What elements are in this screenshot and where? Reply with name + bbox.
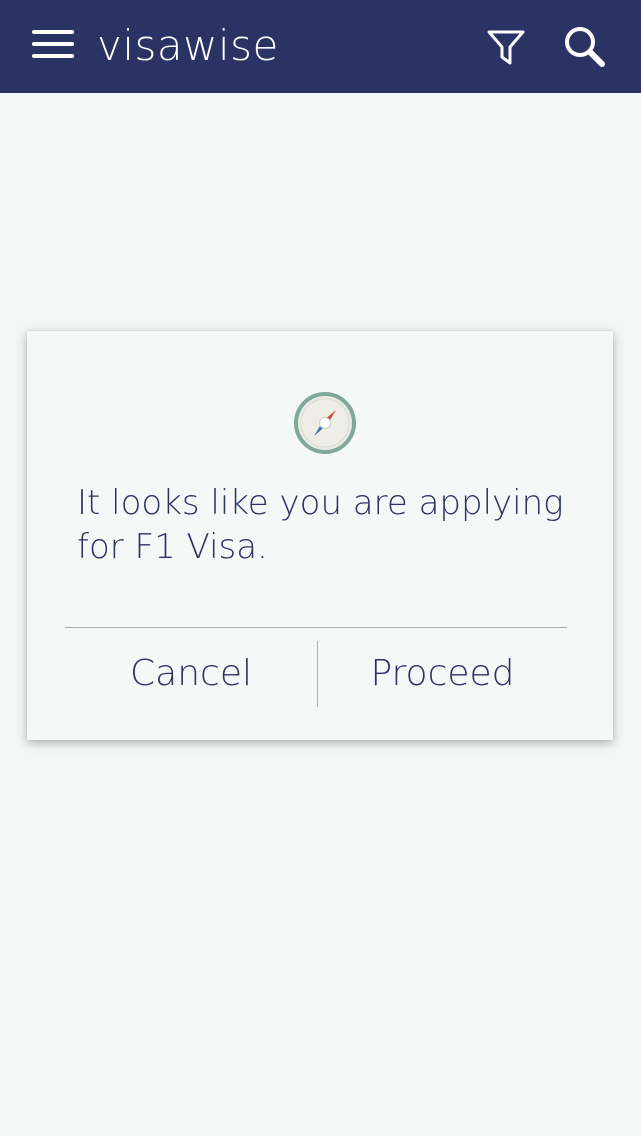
menu-button[interactable] bbox=[30, 26, 78, 62]
cancel-button[interactable]: Cancel bbox=[65, 641, 317, 707]
search-magnifier-icon bbox=[565, 27, 605, 67]
hamburger-menu-icon bbox=[32, 30, 74, 34]
app-bar: visawise bbox=[0, 0, 641, 93]
compass-icon bbox=[294, 392, 356, 454]
dialog-divider bbox=[65, 627, 567, 628]
app-title: visawise bbox=[97, 21, 279, 70]
filter-funnel-icon bbox=[487, 30, 525, 65]
filter-button[interactable] bbox=[484, 24, 528, 68]
dialog-message: It looks like you are applying for F1 Vi… bbox=[77, 483, 564, 567]
hamburger-line bbox=[32, 54, 74, 58]
visa-confirmation-dialog: It looks like you are applying for F1 Vi… bbox=[27, 331, 613, 740]
hamburger-line bbox=[32, 42, 74, 46]
search-button[interactable] bbox=[562, 24, 606, 68]
proceed-button[interactable]: Proceed bbox=[318, 641, 567, 707]
